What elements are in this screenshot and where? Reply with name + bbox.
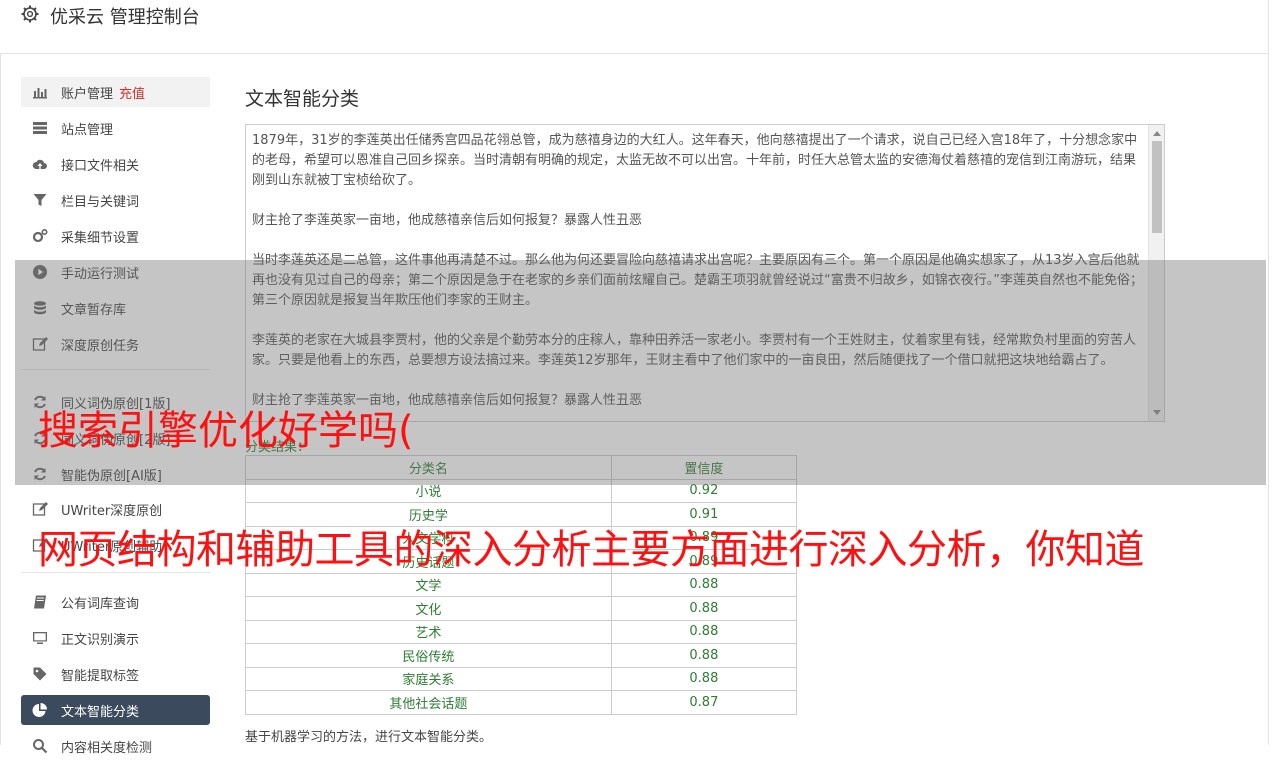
sidebar-item-text-classify[interactable]: 文本智能分类	[21, 695, 210, 725]
cloud-upload-icon	[32, 159, 47, 169]
confidence-cell: 0.87	[610, 690, 798, 715]
tag-icon	[33, 667, 47, 681]
pie-chart-icon	[32, 703, 47, 717]
book-icon	[34, 595, 46, 609]
sidebar-item-label: 正文识别演示	[61, 633, 140, 648]
sidebar-item-label: 账户管理	[61, 87, 114, 102]
table-row: 家庭关系 0.88	[245, 666, 798, 691]
category-cell: 其他社会话题	[245, 690, 612, 715]
category-cell: 民俗传统	[245, 643, 612, 668]
sidebar-item-columns[interactable]: 栏目与关键词	[21, 185, 210, 215]
table-row: 其他社会话题 0.87	[245, 690, 798, 715]
category-cell: 艺术	[245, 619, 612, 644]
sidebar-item-label: 内容相关度检测	[61, 741, 153, 756]
sidebar-item-relevance[interactable]: 内容相关度检测	[21, 731, 210, 761]
confidence-cell: 0.88	[610, 619, 798, 644]
page-title: 文本智能分类	[245, 88, 360, 110]
sidebar-item-extract-tags[interactable]: 智能提取标签	[21, 659, 210, 689]
overlay-headline: 搜索引擎优化好学吗(	[38, 408, 414, 454]
confidence-cell: 0.88	[610, 666, 798, 691]
scroll-thumb[interactable]	[1152, 141, 1162, 233]
gear-icon[interactable]	[20, 4, 40, 24]
sidebar-item-label: 智能提取标签	[61, 669, 140, 684]
confidence-cell: 0.88	[610, 572, 798, 597]
sidebar-item-interface[interactable]: 接口文件相关	[21, 149, 210, 179]
server-icon	[33, 122, 47, 134]
sidebar-item-label: 栏目与关键词	[61, 195, 140, 210]
table-row: 文化 0.88	[245, 596, 798, 621]
scroll-up-arrow-icon[interactable]	[1153, 131, 1161, 136]
text-paragraph: 财主抢了李莲英家一亩地，他成慈禧亲信后如何报复？暴露人性丑恶	[252, 213, 643, 228]
category-cell: 文学	[245, 572, 612, 597]
sidebar-item-account[interactable]: 账户管理 充值	[21, 77, 210, 107]
bar-chart-icon	[33, 88, 47, 99]
text-paragraph: 1879年，31岁的李莲英出任储秀宫四品花翎总管，成为慈禧身边的大红人。这年春天…	[252, 133, 1138, 188]
confidence-cell: 0.88	[610, 643, 798, 668]
sidebar-item-label: 采集细节设置	[61, 231, 140, 246]
filter-icon	[33, 194, 47, 206]
category-cell: 文化	[245, 596, 612, 621]
sidebar-item-label: 接口文件相关	[61, 159, 140, 174]
table-row: 民俗传统 0.88	[245, 643, 798, 668]
overlay-subheadline: 网页结构和辅助工具的深入分析主要方面进行深入分析，你知道	[38, 527, 1145, 573]
edit-icon	[32, 502, 48, 516]
table-row: 文学 0.88	[245, 572, 798, 597]
monitor-icon	[33, 632, 47, 644]
right-border	[1268, 0, 1269, 745]
sidebar-item-label: 文本智能分类	[61, 705, 140, 720]
sidebar-item-label: 站点管理	[61, 123, 114, 138]
sidebar-item-label: 公有词库查询	[61, 597, 140, 612]
sidebar-item-collect[interactable]: 采集细节设置	[21, 221, 210, 251]
confidence-cell: 0.88	[610, 596, 798, 621]
classification-table: 分类名 置信度 小说 0.92 历史学 0.91 人文学科 0.89 历史话题 0.89…	[245, 455, 798, 715]
recharge-link[interactable]: 充值	[119, 87, 145, 102]
header-bar: 优采云 管理控制台	[0, 0, 1268, 54]
app-title: 优采云 管理控制台	[50, 7, 200, 28]
sidebar-item-text-recognition[interactable]: 正文识别演示	[21, 623, 210, 653]
category-cell: 家庭关系	[245, 666, 612, 691]
sidebar-item-public-lexicon[interactable]: 公有词库查询	[21, 587, 210, 617]
cogs-icon	[32, 228, 48, 243]
sidebar-item-sites[interactable]: 站点管理	[21, 113, 210, 143]
footer-note: 基于机器学习的方法，进行文本智能分类。	[245, 730, 493, 745]
search-icon	[33, 739, 48, 754]
table-row: 艺术 0.88	[245, 619, 798, 644]
